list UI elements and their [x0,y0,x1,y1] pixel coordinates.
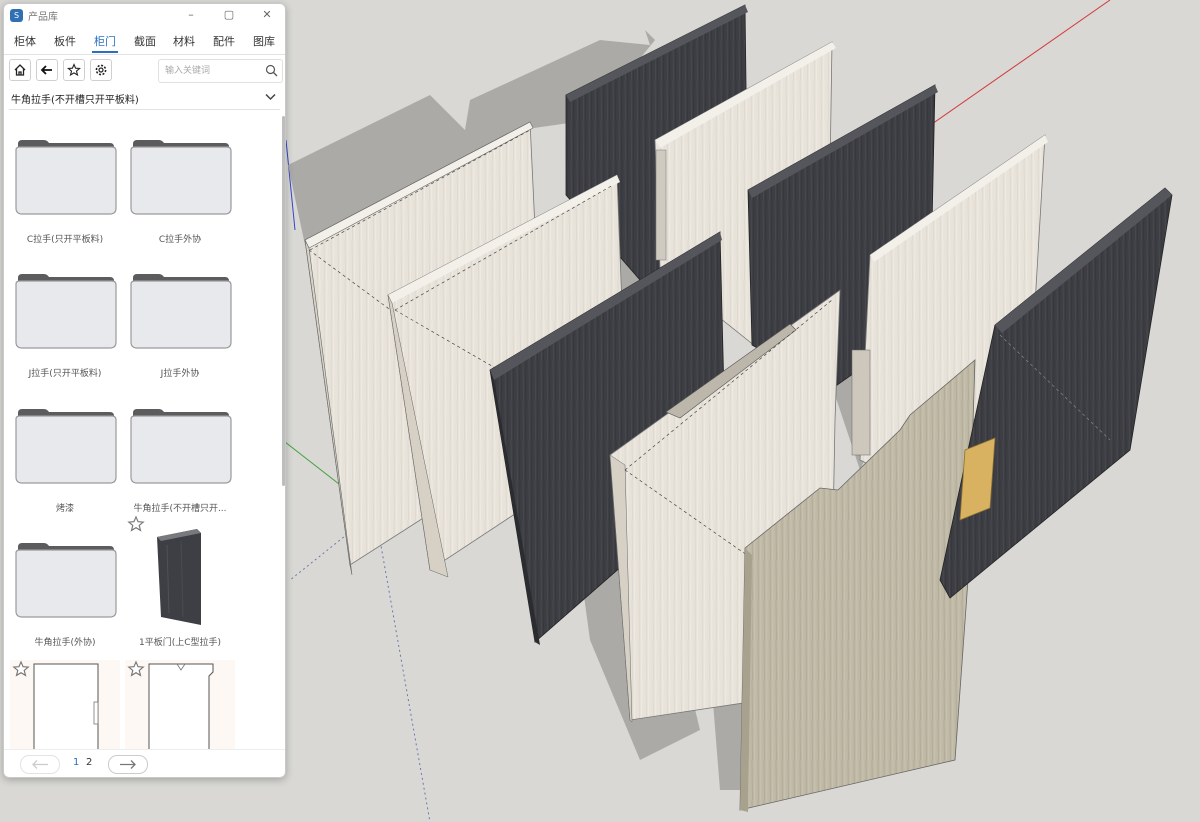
door-notch-thumbnail [148,663,214,750]
search-input[interactable] [163,62,263,80]
folder-icon [15,274,117,349]
door-outline-thumbnail [33,663,99,750]
gear-icon [95,64,107,76]
search-icon[interactable] [265,64,278,77]
arrow-left-icon [32,760,48,769]
dotted-axis [374,511,431,822]
maximize-button[interactable]: ▢ [218,6,240,24]
folder-item[interactable]: C拉手外协 [125,112,235,245]
item-label: 烤漆 [55,504,74,514]
item-label: J拉手外协 [160,369,200,379]
pagination: 1 2 [4,749,285,777]
title-bar[interactable]: S 产品库 – ▢ ✕ [4,4,285,26]
tab-material[interactable]: 材料 [173,33,195,49]
favorite-star-icon[interactable] [127,515,145,533]
item-label: 牛角拉手(不开槽只开... [133,504,227,514]
back-arrow-icon [40,65,52,75]
folder-item[interactable]: 牛角拉手(外协) [10,515,120,648]
dark-door-thumbnail [157,529,201,625]
app-logo-icon: S [10,9,23,22]
folder-item[interactable]: 烤漆 [10,381,120,514]
home-icon [14,64,26,76]
folder-item[interactable]: C拉手(只开平板料) [10,112,120,245]
dropdown-selected-value: 牛角拉手(不开槽只开平板料) [11,95,139,106]
subcategory-dropdown[interactable]: 牛角拉手(不开槽只开平板料) [9,87,280,110]
item-label: 1平板门(上C型拉手) [138,638,222,648]
close-button[interactable]: ✕ [256,6,278,24]
settings-button[interactable] [90,59,112,81]
item-label: C拉手外协 [158,235,202,245]
prev-page-button[interactable] [20,755,60,774]
item-label: C拉手(只开平板料) [26,235,104,245]
arrow-right-icon [120,760,136,769]
back-button[interactable] [36,59,58,81]
tab-gallery[interactable]: 图库 [253,33,275,49]
product-library-panel: S 产品库 – ▢ ✕ 柜体 板件 柜门 截面 材料 配件 图库 牛 [3,3,286,778]
folder-icon [130,409,232,484]
folder-icon [15,543,117,618]
folder-item[interactable]: 牛角拉手(不开槽只开... [125,381,235,514]
item-label: 牛角拉手(外协) [34,638,96,648]
toolbar [4,56,285,86]
minimize-button[interactable]: – [180,6,202,24]
favorite-star-icon[interactable] [127,660,145,678]
folder-icon [130,140,232,215]
favorites-button[interactable] [63,59,85,81]
scrollbar[interactable] [282,116,285,486]
tab-board[interactable]: 板件 [54,33,76,49]
product-item[interactable] [125,660,235,750]
product-item[interactable] [10,660,120,750]
next-page-button[interactable] [108,755,148,774]
tab-door[interactable]: 柜门 [94,33,116,49]
home-button[interactable] [9,59,31,81]
star-icon [67,63,81,77]
tab-section[interactable]: 截面 [134,33,156,49]
chevron-down-icon [265,93,276,101]
folder-icon [130,274,232,349]
active-tab-indicator [92,51,118,53]
search-box [158,59,283,83]
product-grid: C拉手(只开平板料) C拉手外协 J拉手(只开平板料) J拉手外协 烤漆 牛角拉… [4,112,285,750]
folder-icon [15,140,117,215]
page-1[interactable]: 1 [73,757,79,768]
item-label: J拉手(只开平板料) [28,369,102,379]
product-item[interactable]: 1平板门(上C型拉手) [125,515,235,648]
tab-cabinet[interactable]: 柜体 [14,33,36,49]
window-title: 产品库 [28,12,58,23]
favorite-star-icon[interactable] [12,660,30,678]
tab-accessory[interactable]: 配件 [213,33,235,49]
page-2[interactable]: 2 [86,757,92,768]
category-tabs: 柜体 板件 柜门 截面 材料 配件 图库 [4,28,285,55]
folder-item[interactable]: J拉手外协 [125,246,235,379]
folder-icon [15,409,117,484]
folder-item[interactable]: J拉手(只开平板料) [10,246,120,379]
